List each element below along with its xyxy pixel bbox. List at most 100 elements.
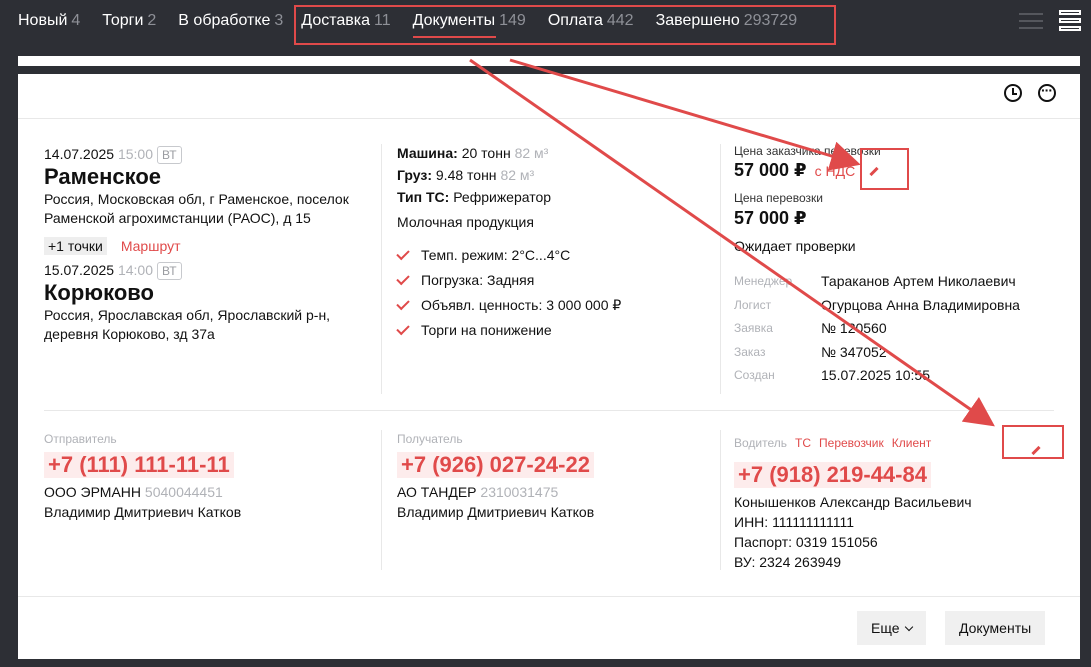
client-link[interactable]: Клиент [892,436,932,450]
vehicle-type-label: Тип ТС: [397,189,450,205]
check-text: Объявл. ценность: 3 000 000 ₽ [421,297,622,313]
divider [44,410,1054,411]
history-icon[interactable] [1004,84,1022,102]
meta-row: Создан 15.07.2025 10:55 [734,364,1064,388]
tab-label: В обработке [178,12,271,29]
driver-inn: ИНН: 111111111111 [734,514,855,530]
tab-auctions[interactable]: Торги 2 [102,12,156,30]
meta-value: № 120560 [821,320,887,336]
cargo-value: 9.48 тонн [435,167,497,183]
documents-button[interactable]: Документы [945,611,1046,645]
tab-label: Новый [18,12,68,29]
driver-license: ВУ: 2324 263949 [734,554,841,570]
to-date: 15.07.2025 [44,262,115,278]
tab-count: 3 [274,12,284,29]
check-item: Погрузка: Задняя [396,268,717,293]
check-text: Темп. режим: 2°C...4°C [421,247,571,263]
carrier-link[interactable]: Перевозчик [819,436,884,450]
tab-count: 2 [147,12,157,29]
from-city: Раменское [44,164,162,189]
extra-points-badge[interactable]: +1 точки [44,237,107,255]
meta-key: Заявка [734,321,773,335]
meta-value: Огурцова Анна Владимировна [821,296,1020,313]
check-item: Темп. режим: 2°C...4°C [396,243,717,268]
driver-passport: Паспорт: 0319 151056 [734,534,878,550]
meta-key: Менеджер [734,274,793,288]
check-item: Торги на понижение [396,318,717,343]
receiver-section: Получатель +7 (926) 027-24-22 АО ТАНДЕР … [397,432,717,522]
driver-name: Конышенков Александр Васильевич [734,494,972,510]
chat-icon[interactable] [1038,82,1056,102]
divider [18,596,1080,597]
meta-list: Менеджер Тараканов Артем Николаевич Логис… [734,270,1064,388]
to-time: 14:00 [117,262,154,278]
from-time: 15:00 [117,146,154,162]
sender-label: Отправитель [44,432,117,446]
sender-person: Владимир Дмитриевич Катков [44,504,242,520]
route-section: 14.07.2025 15:00 ВТ Раменское Россия, Мос… [44,146,364,344]
sender-company: ООО ЭРМАНН [44,484,142,500]
meta-row: Менеджер Тараканов Артем Николаевич [734,270,1064,294]
list-view-icon[interactable] [1019,10,1043,32]
tab-new[interactable]: Новый 4 [18,12,80,30]
driver-phone[interactable]: +7 (918) 219-44-84 [734,462,931,488]
cargo-section: Машина: 20 тонн 82 м³ Груз: 9.48 тонн 82… [396,142,717,343]
meta-value: № 347052 [821,343,887,360]
checkmark-icon [396,271,410,286]
meta-value: Тараканов Артем Николаевич [821,273,1016,289]
divider [381,144,382,394]
from-weekday-badge: ВТ [157,146,182,164]
receiver-inn: 2310031475 [480,484,559,500]
meta-key: Заказ [734,344,766,359]
machine-value: 20 тонн [461,145,511,161]
receiver-person: Владимир Дмитриевич Катков [397,504,595,520]
meta-row: Логист Огурцова Анна Владимировна [734,294,1064,318]
receiver-company: АО ТАНДЕР [397,484,477,500]
meta-key: Создан [734,368,775,382]
to-weekday-badge: ВТ [157,262,182,280]
machine-label: Машина: [397,145,458,161]
card-actions [1004,82,1056,102]
card-view-icon[interactable] [1059,10,1081,32]
checkmark-icon [396,321,410,336]
divider [720,144,721,394]
meta-key: Логист [734,297,772,312]
meta-value: 15.07.2025 10:55 [821,367,930,383]
divider [381,430,382,570]
check-item: Объявл. ценность: 3 000 000 ₽ [396,293,717,318]
sender-section: Отправитель +7 (111) 111-11-11 ООО ЭРМАН… [44,432,364,522]
carriage-price-label: Цена перевозки [734,191,823,205]
checkmark-icon [396,246,410,261]
meta-row: Заказ № 347052 [734,341,1064,365]
sender-inn: 5040044451 [144,484,223,500]
checkmark-icon [396,296,410,311]
to-city: Корюково [44,280,154,305]
vehicle-type-value: Рефрижератор [453,189,552,205]
divider [18,118,1080,119]
sender-phone[interactable]: +7 (111) 111-11-11 [44,452,234,478]
tab-processing[interactable]: В обработке 3 [178,12,283,30]
status-text: Ожидает проверки [734,238,856,254]
vat-link[interactable]: с НДС [815,163,856,179]
machine-volume: 82 м³ [514,145,549,161]
vehicle-link[interactable]: ТС [795,436,811,450]
documents-label: Документы [959,620,1032,636]
meta-row: Заявка № 120560 [734,317,1064,341]
annotation-box-edit-driver [1002,425,1064,459]
from-address: Россия, Московская обл, г Раменское, пос… [44,191,349,226]
more-label: Еще [871,620,900,636]
chevron-down-icon [904,622,913,632]
receiver-phone[interactable]: +7 (926) 027-24-22 [397,452,594,478]
order-card: 14.07.2025 15:00ВТ Раменское Россия, Мос… [18,74,1080,659]
customer-price: 57 000 ₽ [734,160,807,180]
check-text: Погрузка: Задняя [421,272,535,288]
annotation-box-edit-price [860,148,909,190]
top-bar: Новый 4 Торги 2 В обработке 3 Доставка 11 До… [0,0,1091,48]
cargo-label: Груз: [397,167,432,183]
to-address: Россия, Ярославская обл, Ярославский р-н… [44,307,331,342]
more-button[interactable]: Еще [857,611,926,645]
check-text: Торги на понижение [421,322,552,338]
previous-card-edge [18,56,1080,66]
route-link[interactable]: Маршрут [121,238,181,254]
driver-label: Водитель [734,436,788,450]
